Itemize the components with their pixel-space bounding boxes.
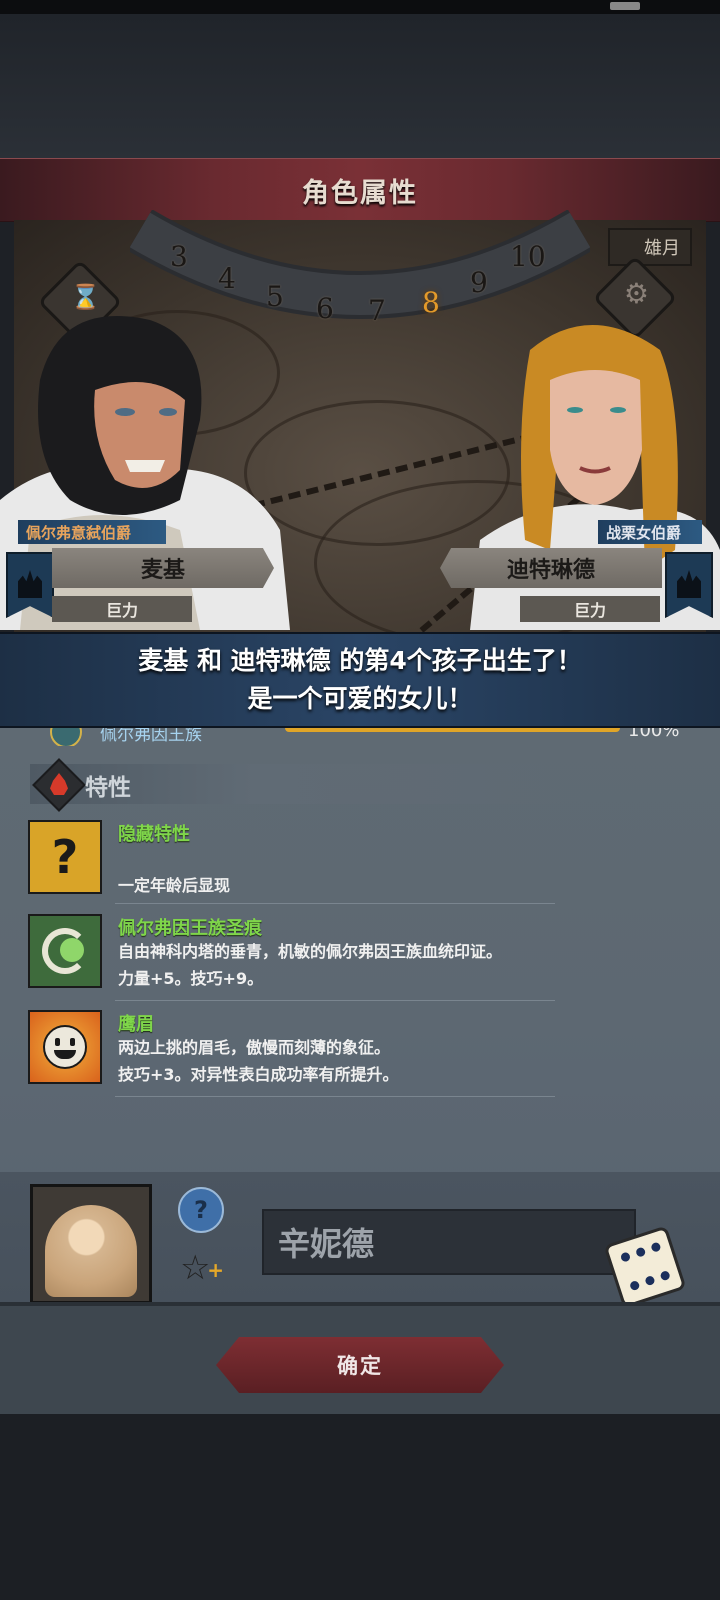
mother-name-plate[interactable]: 迪特琳德 [440, 548, 662, 588]
dice-pip [659, 1270, 671, 1282]
announcement-line-1: 麦基 和 迪特琳德 的第4个孩子出生了！ [138, 646, 582, 675]
dice-pip [629, 1279, 641, 1292]
trait-name: 佩尔弗因王族圣痕 [118, 918, 262, 939]
add-favorite-button[interactable]: ☆ + [180, 1248, 224, 1288]
confirm-label: 确定 [337, 1354, 383, 1378]
top-backdrop [0, 14, 720, 159]
divider [115, 1000, 555, 1001]
page-title: 角色属性 [302, 177, 418, 209]
child-name-input[interactable]: 辛妮德 [262, 1209, 636, 1275]
child-name-value: 辛妮德 [278, 1225, 375, 1263]
calendar-day: 9 [470, 266, 488, 299]
trait-desc: 力量+5。技巧+9。 [118, 969, 264, 988]
star-icon: ☆ [180, 1248, 211, 1288]
birth-announcement: 麦基 和 迪特琳德 的第4个孩子出生了！ 是一个可爱的女儿！ [0, 632, 720, 728]
trait-desc: 技巧+3。对异性表白成功率有所提升。 [118, 1065, 399, 1084]
trait-item[interactable]: 佩尔弗因王族圣痕 自由神科内塔的垂青，机敏的佩尔弗因王族血统印证。 力量+5。技… [28, 914, 688, 1006]
dice-pip [650, 1241, 662, 1253]
father-name: 麦基 [140, 558, 185, 583]
calendar-day: 3 [170, 240, 188, 273]
calendar-day: 10 [510, 240, 546, 273]
month-label: 雄月 [644, 238, 680, 259]
dice-pip [635, 1246, 647, 1258]
confirm-button[interactable]: 确定 [216, 1337, 504, 1393]
mother-title: 战栗女伯爵 [598, 520, 702, 544]
father-title: 佩尔弗意弑伯爵 [18, 520, 166, 544]
trait-item[interactable]: 鹰眉 两边上挑的眉毛，傲慢而刻薄的象征。 技巧+3。对异性表白成功率有所提升。 [28, 1010, 688, 1102]
child-avatar[interactable] [30, 1184, 152, 1304]
trait-name: 隐藏特性 [118, 824, 190, 845]
calendar-day: 4 [218, 262, 236, 295]
gear-icon: ⚙ [623, 276, 649, 310]
father-trait: 巨力 [105, 601, 138, 620]
calendar-day: 7 [368, 294, 386, 327]
divider [115, 1096, 555, 1097]
traits-label: 特性 [85, 775, 131, 801]
trait-name: 鹰眉 [118, 1014, 154, 1035]
divider [115, 903, 555, 904]
question-mark-icon: ? [28, 820, 102, 894]
father-trait-plate: 巨力 [52, 596, 192, 622]
plus-icon: + [207, 1258, 224, 1282]
calendar-day-active: 8 [422, 286, 440, 319]
status-bar [0, 0, 720, 14]
mother-name: 迪特琳德 [506, 558, 595, 583]
month-indicator: 雄月 [608, 228, 692, 266]
trait-item[interactable]: ? 隐藏特性 一定年龄后显现 [28, 820, 688, 912]
trait-desc: 一定年龄后显现 [118, 876, 231, 895]
calendar-day: 6 [316, 292, 334, 325]
mother-trait-plate: 巨力 [520, 596, 660, 622]
green-swirl-icon [28, 914, 102, 988]
mother-trait: 巨力 [573, 601, 606, 620]
battery-icon [610, 2, 640, 10]
trait-desc: 两边上挑的眉毛，傲慢而刻薄的象征。 [118, 1038, 391, 1057]
father-name-plate[interactable]: 麦基 [52, 548, 274, 588]
help-icon[interactable]: ? [178, 1187, 224, 1233]
announcement-line-2: 是一个可爱的女儿！ [247, 684, 473, 713]
bottom-backdrop [0, 1414, 720, 1600]
smiling-face-icon [28, 1010, 102, 1084]
trait-desc: 自由神科内塔的垂青，机敏的佩尔弗因王族血统印证。 [118, 942, 503, 961]
baby-icon [45, 1205, 137, 1297]
dice-pip [619, 1251, 632, 1263]
dice-pip [644, 1274, 656, 1287]
traits-header: 特性 [30, 758, 590, 812]
